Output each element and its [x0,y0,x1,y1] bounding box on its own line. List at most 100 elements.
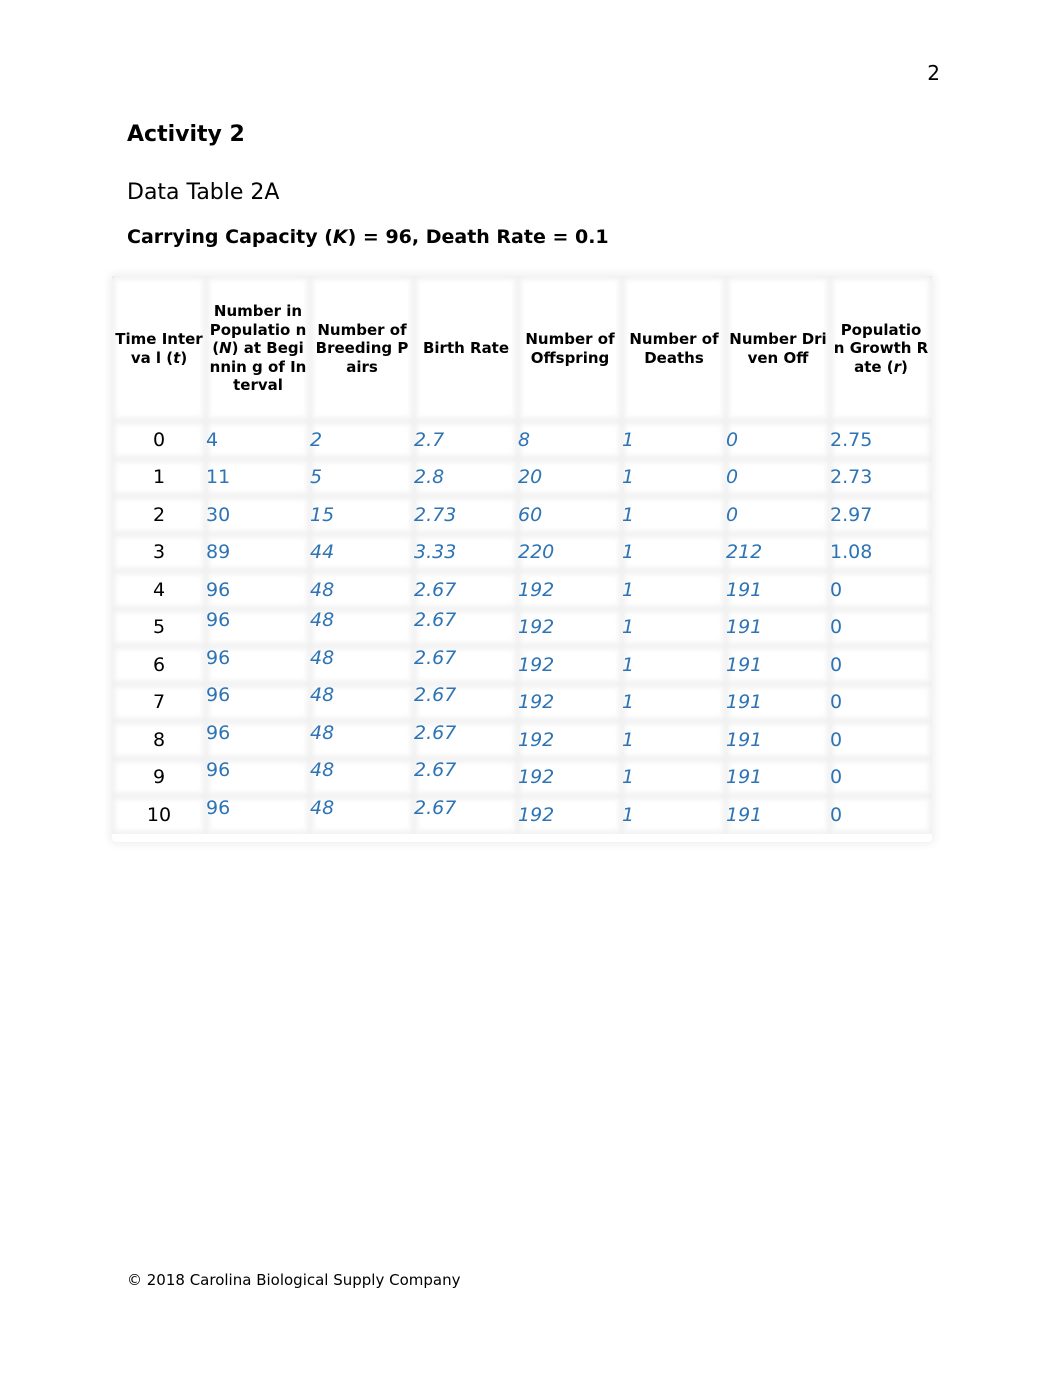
cell-value: 192 [518,578,555,601]
cell-value: 192 [518,766,555,789]
header-text: Number Driven Off [729,330,827,367]
cell-t: 7 [112,684,206,722]
table-row: 3 89 44 3.33 220 1 212 1.08 [112,534,932,572]
cell-value: 89 [206,541,231,564]
cell-value: 96 [206,684,231,707]
cell-value: 8 [518,428,531,451]
cell-r: 0 [830,721,932,759]
table-row: 0 4 2 2.7 8 1 0 2.75 [112,421,932,459]
cell-r: 0 [830,609,932,647]
cell-deaths: 1 [622,684,726,722]
cell-driven: 0 [726,421,830,459]
cell-value: 2.67 [414,721,457,744]
table-row: 5 96 48 2.67 192 1 191 0 [112,609,932,647]
cell-t: 0 [112,421,206,459]
cell-birth: 2.67 [414,721,518,759]
cell-t: 8 [112,721,206,759]
header-text: Populatio n Growth Rate ( [833,320,929,376]
cell-value: 96 [206,759,231,782]
cell-driven: 191 [726,571,830,609]
cell-value: 4 [152,578,166,601]
cell-value: 191 [726,766,763,789]
table-row: 9 96 48 2.67 192 1 191 0 [112,759,932,797]
cell-offspring: 220 [518,534,622,572]
cell-pairs: 48 [310,609,414,647]
cell-value: 9 [152,766,166,789]
cell-value: 192 [518,803,555,826]
cell-value: 10 [146,803,172,826]
cell-n: 30 [206,496,310,534]
cell-deaths: 1 [622,609,726,647]
cell-value: 3.33 [414,541,457,564]
subtitle-k-variable: K [332,226,348,248]
cell-value: 212 [726,541,763,564]
cell-value: 48 [310,796,335,819]
cell-offspring: 192 [518,759,622,797]
header-offspring: Number of Offspring [518,276,622,421]
table-row: 10 96 48 2.67 192 1 191 0 [112,796,932,834]
header-birth-rate: Birth Rate [414,276,518,421]
table-body: 0 4 2 2.7 8 1 0 2.75 1 11 5 2.8 20 1 0 2.73 2 30 15 2.73 60 1… [112,421,932,834]
header-time-interval: Time Interva l (t) [112,276,206,421]
cell-birth: 2.67 [414,796,518,834]
cell-r: 0 [830,684,932,722]
cell-value: 1 [622,728,635,751]
cell-driven: 191 [726,609,830,647]
cell-r: 0 [830,646,932,684]
cell-value: 96 [206,646,231,669]
cell-value: 5 [310,466,323,489]
cell-deaths: 1 [622,496,726,534]
cell-pairs: 48 [310,571,414,609]
cell-r: 2.97 [830,496,932,534]
cell-value: 192 [518,728,555,751]
cell-birth: 2.67 [414,571,518,609]
cell-n: 96 [206,646,310,684]
cell-value: 0 [726,466,739,489]
cell-birth: 3.33 [414,534,518,572]
cell-n: 96 [206,721,310,759]
cell-value: 1 [622,466,635,489]
cell-value: 192 [518,616,555,639]
cell-value: 0 [830,616,843,639]
cell-value: 5 [152,616,166,639]
cell-value: 191 [726,691,763,714]
cell-t: 10 [112,796,206,834]
cell-value: 48 [310,578,335,601]
cell-pairs: 48 [310,646,414,684]
cell-value: 1 [622,503,635,526]
cell-value: 1 [622,428,635,451]
cell-value: 20 [518,466,543,489]
cell-driven: 0 [726,496,830,534]
cell-offspring: 192 [518,646,622,684]
header-text: Time Interva l ( [115,330,203,367]
cell-value: 2.97 [830,503,873,526]
cell-value: 191 [726,728,763,751]
cell-value: 0 [726,503,739,526]
table-row: 7 96 48 2.67 192 1 191 0 [112,684,932,722]
cell-value: 2.8 [414,466,445,489]
cell-r: 0 [830,796,932,834]
header-variable: r [893,357,902,376]
cell-value: 48 [310,684,335,707]
cell-value: 2.67 [414,609,457,632]
cell-value: 191 [726,578,763,601]
cell-value: 2.67 [414,759,457,782]
cell-offspring: 192 [518,796,622,834]
activity-title: Activity 2 [127,122,245,147]
cell-value: 0 [152,428,166,451]
cell-value: 1.08 [830,541,873,564]
cell-deaths: 1 [622,796,726,834]
cell-value: 3 [152,541,166,564]
cell-value: 1 [622,541,635,564]
cell-r: 1.08 [830,534,932,572]
cell-value: 2.75 [830,428,873,451]
cell-offspring: 8 [518,421,622,459]
cell-value: 48 [310,646,335,669]
cell-birth: 2.67 [414,609,518,647]
table-row: 4 96 48 2.67 192 1 191 0 [112,571,932,609]
cell-pairs: 48 [310,796,414,834]
cell-value: 2 [152,503,166,526]
cell-r: 2.75 [830,421,932,459]
header-text-suffix: ) [901,357,908,376]
cell-t: 6 [112,646,206,684]
